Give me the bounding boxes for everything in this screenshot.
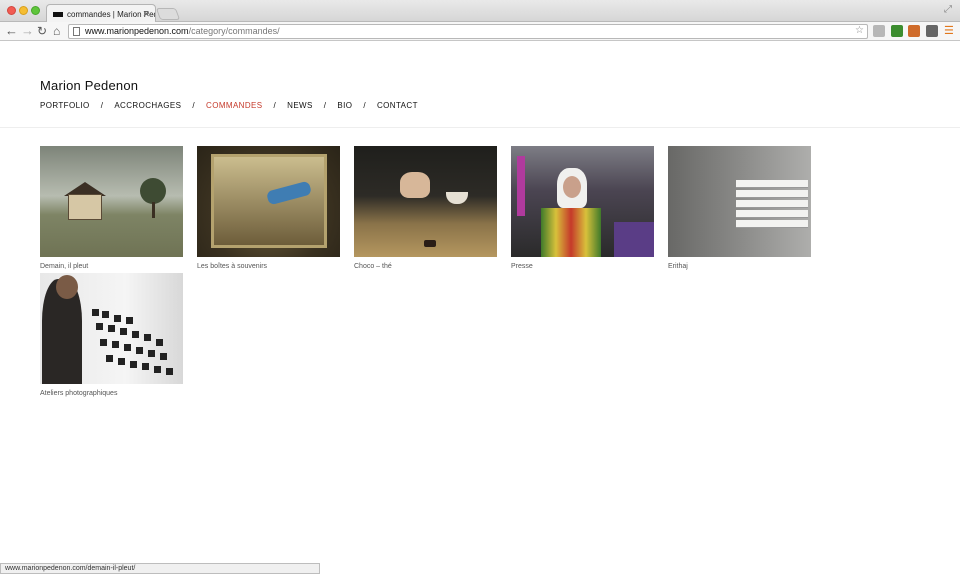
favicon-icon bbox=[53, 12, 63, 17]
tab-close-icon[interactable]: ✕ bbox=[142, 9, 150, 20]
browser-tab[interactable]: commandes | Marion Pedenon ✕ bbox=[46, 4, 156, 23]
main-nav: PORTFOLIO / ACCROCHAGES / COMMANDES / NE… bbox=[40, 101, 418, 110]
home-icon[interactable]: ⌂ bbox=[53, 23, 60, 39]
nav-separator: / bbox=[363, 101, 366, 110]
page-icon bbox=[73, 27, 80, 36]
project-thumbnail[interactable] bbox=[40, 146, 183, 257]
extension-icon[interactable] bbox=[908, 25, 920, 37]
minimize-window-button[interactable] bbox=[19, 6, 28, 15]
nav-item-contact[interactable]: CONTACT bbox=[377, 101, 418, 110]
project-thumbnail[interactable] bbox=[197, 146, 340, 257]
nav-item-news[interactable]: NEWS bbox=[287, 101, 313, 110]
project-thumbnail[interactable] bbox=[668, 146, 811, 257]
project-caption[interactable]: Presse bbox=[511, 263, 654, 270]
project-card[interactable]: Ateliers photographiques bbox=[40, 273, 183, 397]
header-divider bbox=[0, 127, 960, 128]
extension-icon[interactable] bbox=[926, 25, 938, 37]
project-card[interactable]: Erithaj bbox=[668, 146, 811, 270]
close-window-button[interactable] bbox=[7, 6, 16, 15]
project-caption[interactable]: Erithaj bbox=[668, 263, 811, 270]
url-path: /category/commandes/ bbox=[188, 26, 280, 36]
url-host: www.marionpedenon.com bbox=[85, 26, 189, 36]
new-tab-button[interactable] bbox=[155, 8, 181, 20]
bookmark-star-icon[interactable]: ☆ bbox=[855, 25, 864, 36]
forward-arrow-icon[interactable]: → bbox=[21, 23, 34, 39]
project-caption[interactable]: Les boîtes à souvenirs bbox=[197, 263, 340, 270]
address-bar[interactable]: www.marionpedenon.com/category/commandes… bbox=[68, 24, 868, 39]
nav-separator: / bbox=[100, 101, 104, 110]
project-caption[interactable]: Ateliers photographiques bbox=[40, 390, 183, 397]
status-bar-url: www.marionpedenon.com/demain-il-pleut/ bbox=[0, 563, 320, 574]
back-arrow-icon[interactable]: ← bbox=[5, 23, 18, 39]
extension-icon[interactable] bbox=[873, 25, 885, 37]
browser-toolbar: ← → ↻ ⌂ www.marionpedenon.com/category/c… bbox=[0, 22, 960, 41]
reload-icon[interactable]: ↻ bbox=[37, 23, 47, 39]
project-thumbnail[interactable] bbox=[40, 273, 183, 384]
zoom-window-button[interactable] bbox=[31, 6, 40, 15]
project-card[interactable]: Presse bbox=[511, 146, 654, 270]
project-card[interactable]: Les boîtes à souvenirs bbox=[197, 146, 340, 270]
nav-item-portfolio[interactable]: PORTFOLIO bbox=[40, 101, 90, 110]
nav-separator: / bbox=[323, 101, 327, 110]
project-card[interactable]: Choco – thé bbox=[354, 146, 497, 270]
nav-item-bio[interactable]: BIO bbox=[337, 101, 352, 110]
project-caption[interactable]: Choco – thé bbox=[354, 263, 497, 270]
extension-icon[interactable] bbox=[891, 25, 903, 37]
menu-icon[interactable]: ☰ bbox=[944, 24, 954, 37]
nav-item-accrochages[interactable]: ACCROCHAGES bbox=[114, 101, 181, 110]
project-thumbnail[interactable] bbox=[511, 146, 654, 257]
project-thumbnail[interactable] bbox=[354, 146, 497, 257]
nav-item-commandes[interactable]: COMMANDES bbox=[206, 101, 263, 110]
project-card[interactable]: Demain, il pleut bbox=[40, 146, 183, 270]
nav-separator: / bbox=[273, 101, 277, 110]
project-caption[interactable]: Demain, il pleut bbox=[40, 263, 183, 270]
nav-separator: / bbox=[192, 101, 196, 110]
tab-bar: commandes | Marion Pedenon ✕ ⤢ bbox=[0, 0, 960, 23]
fullscreen-icon[interactable]: ⤢ bbox=[944, 4, 952, 15]
site-title[interactable]: Marion Pedenon bbox=[40, 78, 138, 93]
